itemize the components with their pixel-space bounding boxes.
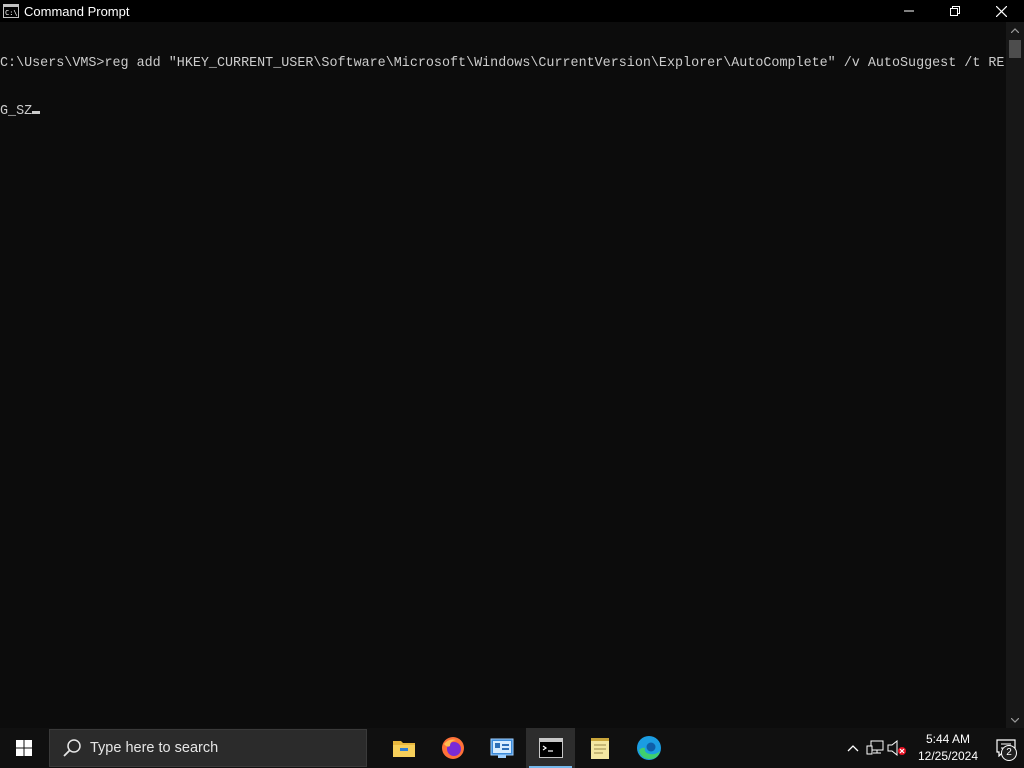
taskbar-app-notepad[interactable] [575, 728, 624, 768]
volume-muted-icon [887, 740, 906, 756]
notification-count-badge: 2 [1001, 745, 1017, 761]
taskbar-app-edge[interactable] [624, 728, 673, 768]
system-tray: 5:44 AM 12/25/2024 2 [842, 728, 1024, 768]
cmd-icon: C:\ [3, 4, 19, 18]
chevron-down-icon [1011, 717, 1019, 723]
text-cursor [32, 111, 41, 114]
restore-icon [950, 6, 960, 16]
scroll-thumb[interactable] [1009, 40, 1021, 58]
taskbar-app-file-explorer[interactable] [379, 728, 428, 768]
chevron-up-icon [1011, 27, 1019, 33]
notepad-icon [590, 738, 609, 759]
close-icon [995, 5, 1007, 17]
title-bar[interactable]: C:\ Command Prompt [0, 0, 1024, 22]
taskbar-clock[interactable]: 5:44 AM 12/25/2024 [914, 731, 982, 765]
scroll-up-button[interactable] [1006, 22, 1024, 38]
search-icon [63, 739, 81, 757]
window-title: Command Prompt [24, 3, 130, 19]
windows-logo-icon [16, 740, 32, 756]
minimize-icon [904, 10, 914, 12]
taskbar-app-command-prompt[interactable] [526, 728, 575, 768]
clock-date: 12/25/2024 [917, 749, 979, 763]
edge-icon [636, 736, 661, 760]
console-line: C:\Users\VMS>reg add "HKEY_CURRENT_USER\… [0, 56, 1005, 71]
search-placeholder: Type here to search [90, 740, 219, 756]
window-controls [886, 0, 1024, 22]
volume-button[interactable] [886, 728, 908, 768]
clock-time: 5:44 AM [925, 732, 971, 746]
restore-button[interactable] [932, 0, 978, 22]
minimize-button[interactable] [886, 0, 932, 22]
network-icon [866, 740, 884, 755]
action-center-button[interactable]: 2 [988, 728, 1024, 768]
taskbar: Type here to search 5:44 AM 12/25/2024 2 [0, 728, 1024, 768]
console-output[interactable]: C:\Users\VMS>reg add "HKEY_CURRENT_USER\… [0, 22, 1006, 730]
console-line-input: G_SZ [0, 104, 1006, 120]
taskbar-search-box[interactable]: Type here to search [49, 729, 367, 767]
show-hidden-icons-button[interactable] [842, 728, 864, 768]
taskbar-apps [379, 728, 673, 768]
control-panel-icon [490, 738, 513, 758]
firefox-icon [441, 737, 464, 759]
folder-icon [392, 741, 415, 757]
taskbar-app-firefox[interactable] [428, 728, 477, 768]
svg-text:C:\: C:\ [5, 9, 18, 17]
network-button[interactable] [864, 728, 886, 768]
console-line-text: G_SZ [0, 104, 33, 119]
chevron-up-icon [847, 745, 859, 752]
start-button[interactable] [0, 728, 48, 768]
close-button[interactable] [978, 0, 1024, 22]
vertical-scrollbar[interactable] [1006, 22, 1024, 728]
cmd-icon [538, 738, 563, 758]
scroll-down-button[interactable] [1006, 712, 1024, 728]
taskbar-app-control-panel[interactable] [477, 728, 526, 768]
